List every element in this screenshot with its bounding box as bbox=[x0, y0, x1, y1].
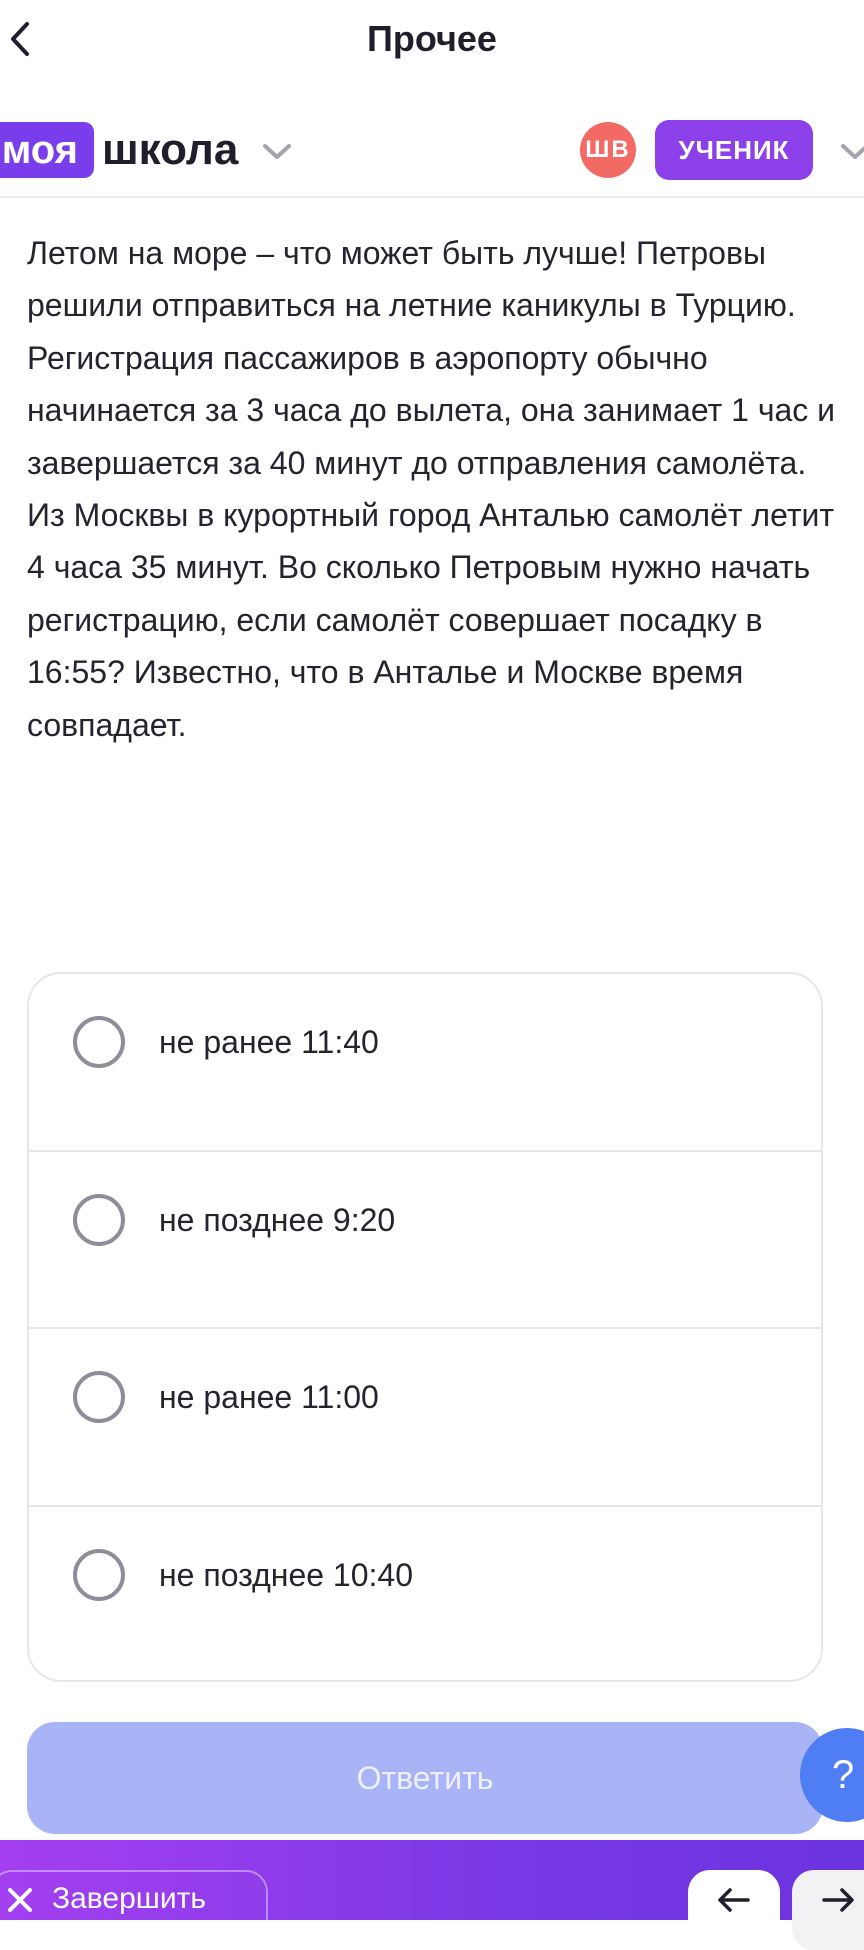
arrow-left-icon bbox=[718, 1888, 750, 1912]
answer-options: не ранее 11:40 не позднее 9:20 не ранее … bbox=[27, 972, 823, 1682]
answer-option[interactable]: не ранее 11:00 bbox=[29, 1329, 821, 1507]
chevron-down-icon[interactable] bbox=[262, 142, 292, 160]
avatar[interactable]: ШВ bbox=[580, 122, 636, 178]
answer-option[interactable]: не позднее 9:20 bbox=[29, 1152, 821, 1329]
question-text: Летом на море – что может быть лучше! Пе… bbox=[27, 235, 836, 743]
prev-button[interactable] bbox=[688, 1870, 780, 1950]
radio-button[interactable] bbox=[73, 1548, 125, 1601]
answer-option-label: не ранее 11:40 bbox=[159, 1024, 379, 1060]
arrow-right-icon bbox=[822, 1888, 854, 1912]
help-icon: ? bbox=[832, 1752, 855, 1797]
radio-button[interactable] bbox=[73, 1016, 125, 1068]
chevron-down-icon[interactable] bbox=[840, 142, 864, 160]
brand-bar: моя школа ШВ УЧЕНИК bbox=[0, 112, 864, 198]
page-title: Прочее bbox=[367, 18, 497, 59]
submit-button[interactable]: Ответить bbox=[27, 1722, 823, 1834]
role-badge[interactable]: УЧЕНИК bbox=[655, 120, 813, 180]
finish-label: Завершить bbox=[52, 1882, 206, 1915]
next-button[interactable] bbox=[792, 1870, 864, 1950]
answer-option-label: не позднее 10:40 bbox=[159, 1556, 413, 1593]
answer-option[interactable]: не ранее 11:40 bbox=[29, 974, 821, 1152]
radio-button[interactable] bbox=[73, 1371, 125, 1423]
answer-option[interactable]: не позднее 10:40 bbox=[29, 1507, 821, 1681]
radio-button[interactable] bbox=[73, 1193, 125, 1246]
brand-logo-shkola[interactable]: школа bbox=[102, 122, 238, 178]
top-bar: Прочее bbox=[0, 0, 864, 82]
bottom-bar: Завершить bbox=[0, 1840, 864, 1950]
brand-logo-moya[interactable]: моя bbox=[0, 122, 94, 178]
close-icon bbox=[8, 1888, 32, 1912]
finish-button[interactable]: Завершить bbox=[0, 1870, 268, 1950]
answer-option-label: не позднее 9:20 bbox=[159, 1201, 396, 1238]
answer-option-label: не ранее 11:00 bbox=[159, 1379, 379, 1415]
